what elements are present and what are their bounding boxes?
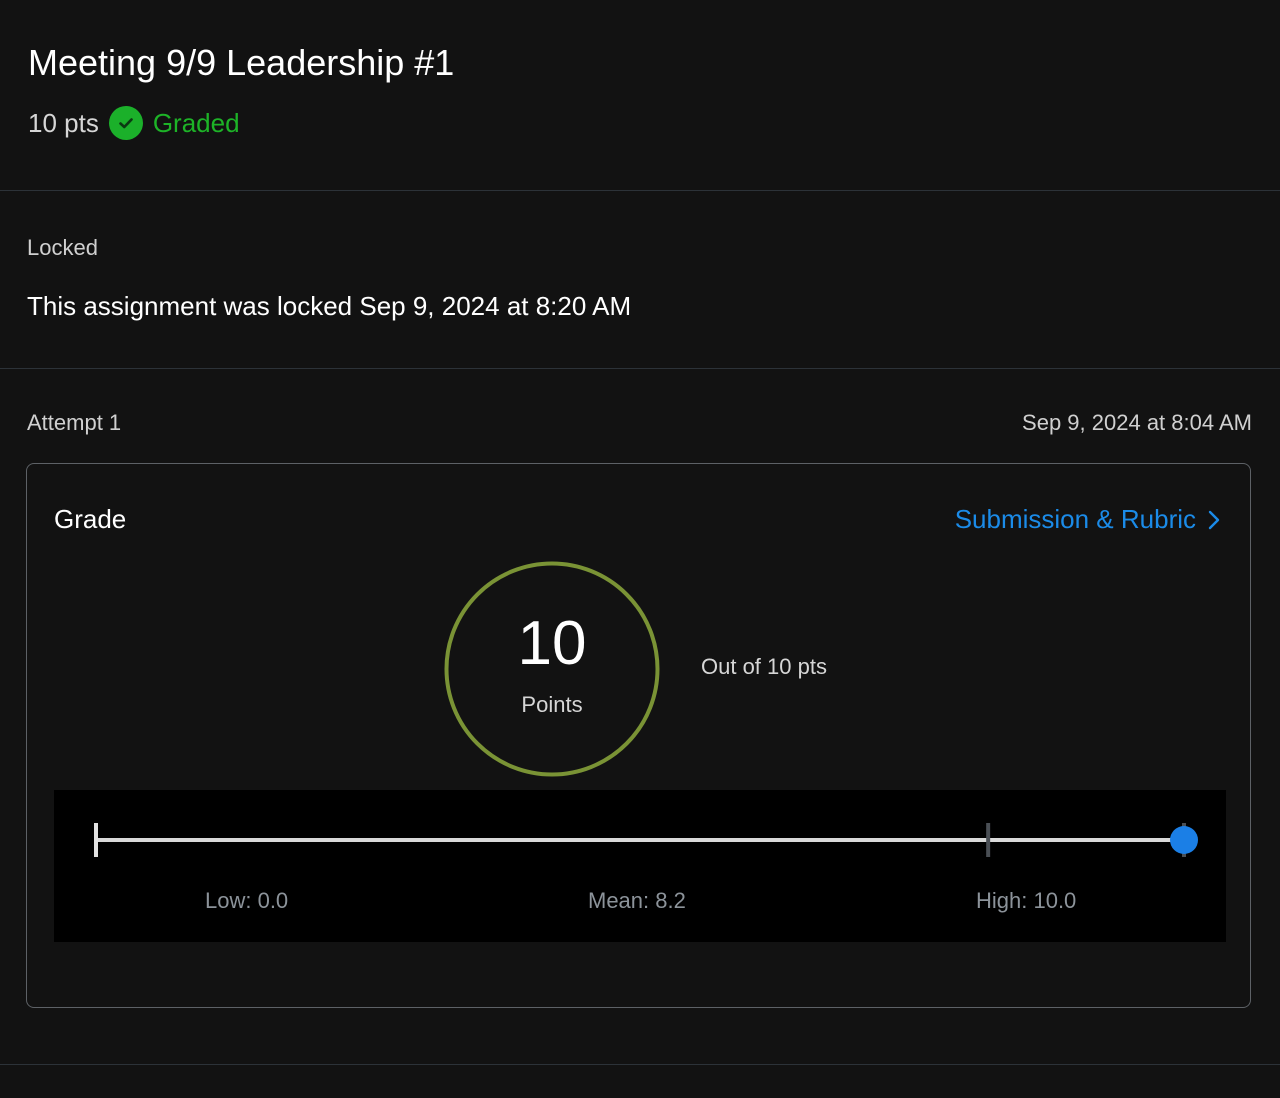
lock-section: Locked This assignment was locked Sep 9,… [0, 191, 1280, 369]
submission-rubric-label: Submission & Rubric [954, 504, 1196, 534]
lock-label: Locked [27, 235, 98, 260]
chevron-right-icon [1208, 510, 1220, 529]
lock-message: This assignment was locked Sep 9, 2024 a… [27, 291, 632, 321]
assignment-title: Meeting 9/9 Leadership #1 [28, 42, 455, 83]
mean-score-label: Mean: 8.2 [588, 888, 686, 913]
attempt-date: Sep 9, 2024 at 8:04 AM [1022, 410, 1252, 435]
graded-status: Graded [152, 107, 240, 138]
score-distribution-bar [94, 823, 1198, 857]
attempt-label: Attempt 1 [27, 410, 122, 435]
student-score-marker [1170, 826, 1198, 854]
points-possible: 10 pts [28, 107, 99, 138]
score-value: 10 [517, 609, 587, 678]
out-of-points: Out of 10 pts [701, 654, 827, 679]
assignment-details-page: Meeting 9/9 Leadership #1 10 pts Graded … [0, 0, 1280, 1098]
check-circle-icon [108, 106, 143, 140]
section-divider [0, 1064, 1280, 1065]
submission-rubric-link[interactable]: Submission & Rubric [955, 504, 1220, 535]
assignment-meta: 10 pts Graded [28, 104, 240, 142]
grade-card: Grade Submission & Rubric 10 Points Out … [26, 463, 1251, 1008]
low-score-label: Low: 0.0 [205, 888, 289, 913]
grade-title: Grade [54, 504, 127, 534]
high-score-label: High: 10.0 [976, 888, 1077, 913]
assignment-header: Meeting 9/9 Leadership #1 10 pts Graded [0, 0, 1280, 191]
score-statistics: Low: 0.0 Mean: 8.2 High: 10.0 [54, 790, 1226, 942]
score-unit: Points [521, 692, 583, 717]
